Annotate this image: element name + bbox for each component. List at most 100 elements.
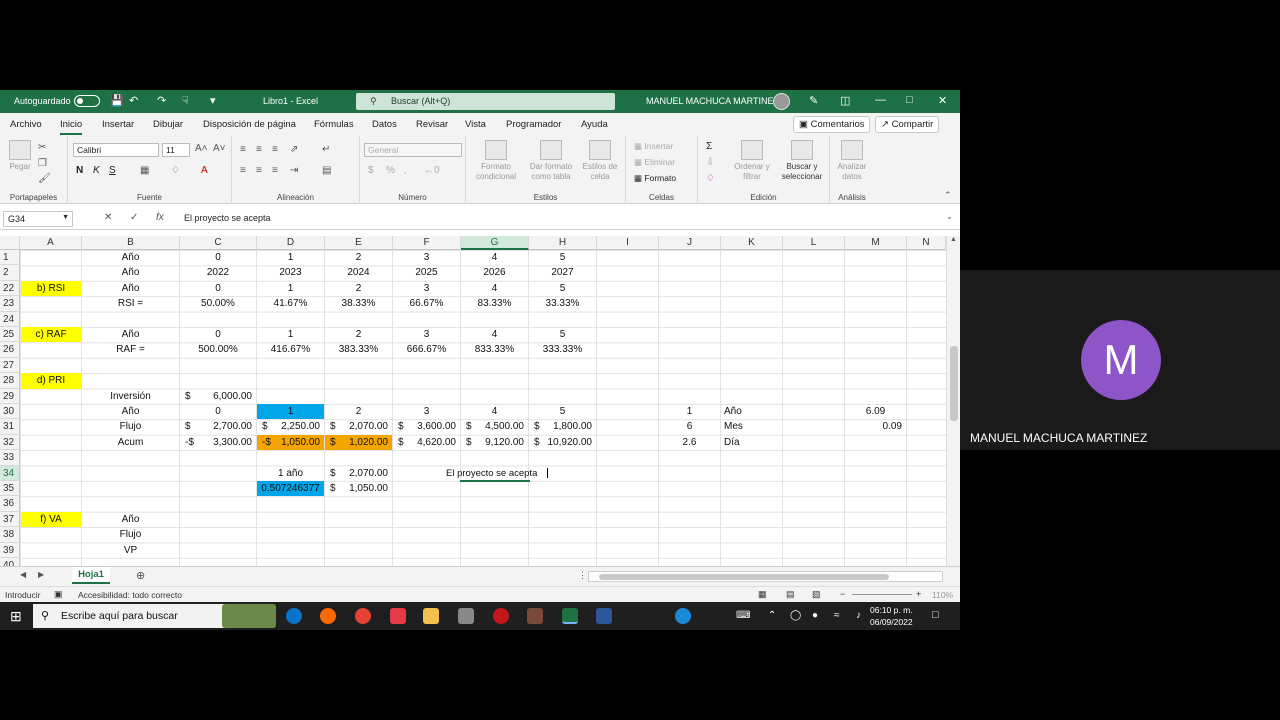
- cell-c32[interactable]: -$ 3,300.00: [180, 435, 256, 450]
- pen-icon[interactable]: ✎: [809, 94, 818, 107]
- autosum-icon[interactable]: Σ: [706, 141, 712, 152]
- tab-formulas[interactable]: Fórmulas: [314, 119, 354, 130]
- cell-e25[interactable]: 2: [325, 327, 392, 342]
- search-box[interactable]: ⚲ Buscar (Alt+Q): [356, 93, 615, 110]
- col-header-g[interactable]: G: [461, 236, 529, 250]
- cell-d2[interactable]: 2023: [257, 265, 324, 280]
- page-layout-icon[interactable]: ▤: [786, 589, 795, 600]
- cell-f2[interactable]: 2025: [393, 265, 460, 280]
- tab-datos[interactable]: Datos: [372, 119, 397, 130]
- edge-icon[interactable]: [286, 608, 302, 624]
- tab-dibujar[interactable]: Dibujar: [153, 119, 183, 130]
- horizontal-scrollbar[interactable]: [588, 571, 943, 582]
- cell-b22[interactable]: Año: [82, 281, 179, 296]
- cell-h31[interactable]: $1,800.00: [529, 419, 596, 434]
- col-header-k[interactable]: K: [721, 236, 783, 250]
- news-widget-icon[interactable]: [222, 604, 276, 628]
- cell-d1[interactable]: 1: [257, 250, 324, 265]
- notifications-icon[interactable]: □: [932, 609, 939, 621]
- tab-vista[interactable]: Vista: [465, 119, 486, 130]
- customize-toolbar-icon[interactable]: ▾: [210, 94, 216, 107]
- decrease-font-icon[interactable]: A˅: [213, 143, 226, 154]
- cell-d30[interactable]: 1: [257, 404, 324, 420]
- cell-styles-button[interactable]: Estilos de celda: [580, 140, 620, 182]
- row-header[interactable]: 22: [0, 280, 20, 297]
- cell-e30[interactable]: 2: [325, 404, 392, 419]
- account-avatar[interactable]: [773, 93, 790, 110]
- zoom-level[interactable]: 110%: [932, 590, 953, 600]
- increase-font-icon[interactable]: A˄: [195, 143, 208, 154]
- sheet-tab-hoja1[interactable]: Hoja1: [72, 567, 110, 584]
- cell-e32[interactable]: $1,020.00: [325, 434, 392, 451]
- next-sheet-icon[interactable]: ▶: [38, 570, 44, 579]
- keyboard-icon[interactable]: ⌨: [736, 610, 750, 621]
- cell-f23[interactable]: 66.67%: [393, 296, 460, 311]
- cell-b31[interactable]: Flujo: [82, 419, 179, 434]
- vertical-scrollbar[interactable]: ▲: [946, 236, 960, 602]
- cell-h2[interactable]: 2027: [529, 265, 596, 280]
- zoom-in-icon[interactable]: +: [916, 589, 921, 599]
- cell-b26[interactable]: RAF =: [82, 342, 179, 357]
- word-taskbar-icon[interactable]: [596, 608, 612, 624]
- conditional-format-button[interactable]: Formato condicional: [472, 140, 520, 182]
- row-header[interactable]: 28: [0, 373, 20, 389]
- decimal-icon[interactable]: ←0: [424, 165, 440, 176]
- cell-b37[interactable]: Año: [82, 512, 179, 527]
- align-bottom-icon[interactable]: ≡: [272, 144, 278, 155]
- minimize-icon[interactable]: —: [875, 94, 886, 106]
- align-center-icon[interactable]: ≡: [256, 165, 262, 176]
- cell-h23[interactable]: 33.33%: [529, 296, 596, 311]
- cell-a28[interactable]: d) PRI: [21, 373, 81, 389]
- row-header[interactable]: 24: [0, 311, 20, 327]
- cell-d32[interactable]: -$ 1,050.00: [257, 434, 324, 451]
- cell-e2[interactable]: 2024: [325, 265, 392, 280]
- row-header[interactable]: 1: [0, 250, 20, 266]
- row-header[interactable]: 36: [0, 496, 20, 512]
- row-header[interactable]: 35: [0, 481, 20, 497]
- cell-g26[interactable]: 833.33%: [461, 342, 528, 357]
- cell-c25[interactable]: 0: [180, 327, 256, 342]
- align-right-icon[interactable]: ≡: [272, 165, 278, 176]
- autosave-toggle[interactable]: [74, 95, 100, 107]
- cell-e26[interactable]: 383.33%: [325, 342, 392, 357]
- accessibility-status[interactable]: Accesibilidad: todo correcto: [78, 590, 182, 600]
- cell-b30[interactable]: Año: [82, 404, 179, 419]
- cell-g23[interactable]: 83.33%: [461, 296, 528, 311]
- clear-icon[interactable]: ♢: [706, 173, 715, 184]
- format-table-button[interactable]: Dar formato como tabla: [526, 140, 576, 182]
- insert-cells-button[interactable]: ▦ Insertar: [634, 141, 673, 152]
- cell-f32[interactable]: $4,620.00: [393, 435, 460, 450]
- app-icon[interactable]: [527, 608, 543, 624]
- row-header[interactable]: 23: [0, 296, 20, 312]
- cell-f1[interactable]: 3: [393, 250, 460, 265]
- row-header[interactable]: 30: [0, 404, 20, 420]
- cell-c26[interactable]: 500.00%: [180, 342, 256, 357]
- cell-e22[interactable]: 2: [325, 281, 392, 296]
- align-top-icon[interactable]: ≡: [240, 144, 246, 155]
- font-size-select[interactable]: 11: [162, 143, 190, 157]
- expand-formula-icon[interactable]: ⌄: [946, 212, 953, 221]
- fill-icon[interactable]: ⇩: [706, 157, 714, 168]
- col-header-i[interactable]: I: [597, 236, 659, 250]
- cell-b25[interactable]: Año: [82, 327, 179, 342]
- row-header[interactable]: 26: [0, 342, 20, 358]
- col-header-a[interactable]: A: [20, 236, 82, 250]
- format-painter-icon[interactable]: 🖌: [38, 173, 51, 184]
- cell-area[interactable]: Año 0 1 2 3 4 5 Año 2022 2023 2024 2025 …: [20, 250, 946, 602]
- tab-insertar[interactable]: Insertar: [102, 119, 134, 130]
- paste-button[interactable]: Pegar: [6, 140, 34, 172]
- cell-e23[interactable]: 38.33%: [325, 296, 392, 311]
- vertical-scroll-thumb[interactable]: [950, 346, 958, 421]
- tab-ayuda[interactable]: Ayuda: [581, 119, 608, 130]
- cell-h26[interactable]: 333.33%: [529, 342, 596, 357]
- cell-k30[interactable]: Año: [721, 404, 782, 419]
- cell-b2[interactable]: Año: [82, 265, 179, 280]
- cell-a22[interactable]: b) RSI: [21, 280, 81, 297]
- cell-b38[interactable]: Flujo: [82, 527, 179, 542]
- col-header-n[interactable]: N: [907, 236, 946, 250]
- cell-g32[interactable]: $9,120.00: [461, 435, 528, 450]
- select-all[interactable]: [0, 236, 20, 250]
- help-icon[interactable]: [675, 608, 691, 624]
- cell-d34[interactable]: 1 año: [257, 466, 324, 481]
- percent-icon[interactable]: %: [386, 165, 395, 176]
